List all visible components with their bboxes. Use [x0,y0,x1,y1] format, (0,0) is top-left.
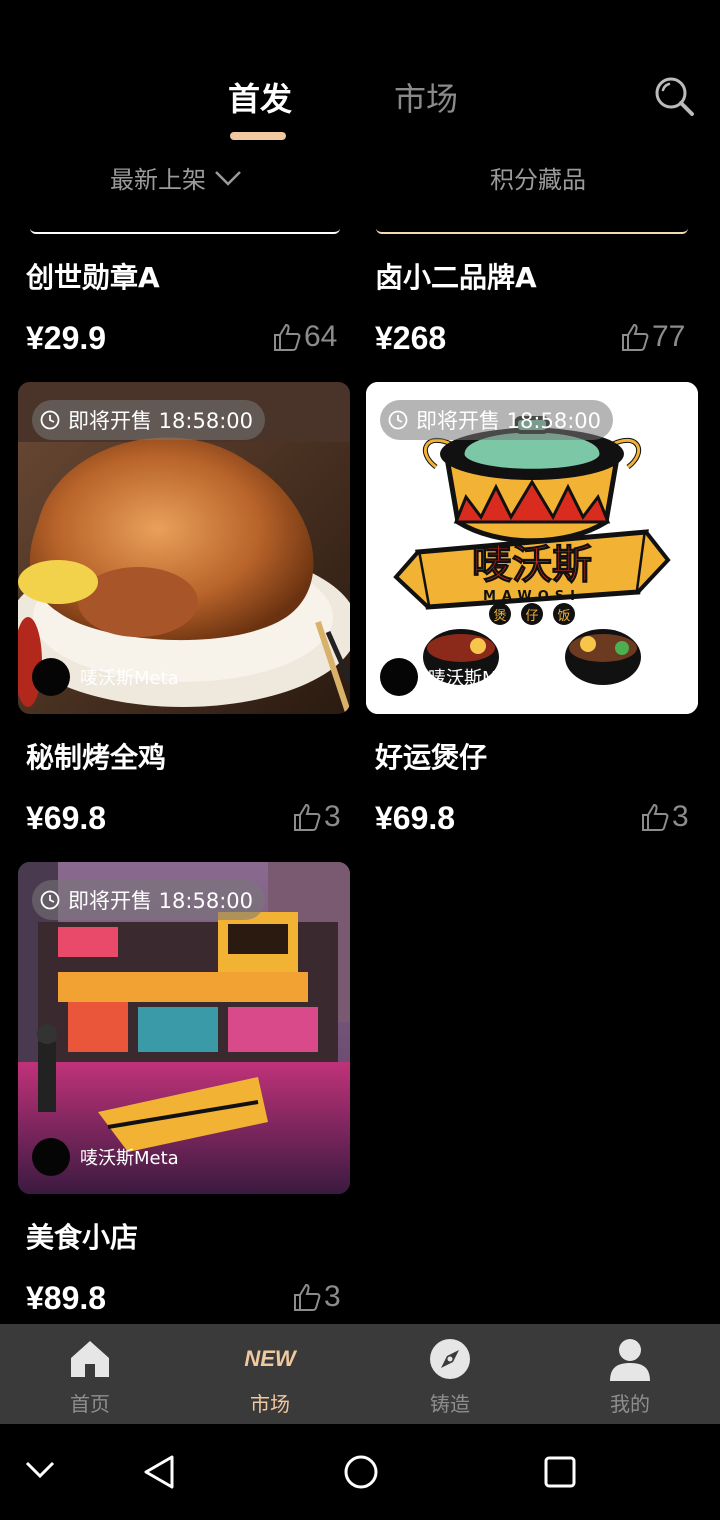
like-count: 64 [304,320,338,353]
active-tab-indicator [230,132,286,140]
card-title[interactable]: 创世勋章A [26,256,160,296]
logo-char: 煲 [493,608,506,624]
nav-label: 首页 [70,1392,110,1416]
chevron-down-icon [215,170,241,186]
sale-countdown-badge: 即将开售 18:58:00 [380,400,613,440]
nav-label: 我的 [610,1392,650,1416]
badge-text: 即将开售 18:58:00 [68,889,253,913]
card-image-food-shop[interactable]: 即将开售 18:58:00 唛沃斯Meta [18,862,350,1194]
nav-item-profile[interactable]: 我的 [540,1324,720,1424]
card-title[interactable]: 卤小二品牌A [375,256,537,296]
card-price: ¥69.8 [375,800,456,836]
logo-char: 饭 [557,609,570,624]
sort-dropdown[interactable]: 最新上架 [110,160,242,195]
logo-char: 仔 [525,609,538,624]
top-tab-bar: 首发 市场 [0,0,720,150]
sale-countdown-badge: 即将开售 18:58:00 [32,880,265,920]
creator-name: 唛沃斯Meta [80,668,179,689]
sort-label: 最新上架 [110,166,206,194]
card-title[interactable]: 秘制烤全鸡 [26,736,166,776]
card-price: ¥89.8 [26,1280,107,1316]
card-image-claypot[interactable]: 唛沃斯 MAWOSI 煲 仔 饭 即将开售 18:58:00 唛沃斯Meta [366,382,698,714]
badge-text: 即将开售 18:58:00 [416,409,601,433]
points-collection-filter[interactable]: 积分藏品 [490,160,586,195]
new-icon-text: NEW [244,1346,296,1371]
creator-name: 唛沃斯Meta [80,1148,179,1169]
thumbs-up-icon [274,323,301,351]
home-icon [67,1338,113,1380]
logo-subtext: MAWOSI [483,589,581,604]
sale-countdown-badge: 即将开售 18:58:00 [32,400,265,440]
system-navigation-bar [0,1424,720,1520]
nav-label: 铸造 [430,1392,470,1416]
card-image-roast-chicken[interactable]: 即将开售 18:58:00 唛沃斯Meta [18,382,350,714]
thumbs-up-icon [294,1283,321,1311]
thumbs-up-icon [642,803,669,831]
creator-avatar [32,1138,70,1176]
tab-market[interactable]: 市场 [394,74,458,120]
like-button[interactable]: 64 [272,320,337,354]
bottom-navigation: 首页 NEW 市场 铸造 我的 [0,1324,720,1424]
card-title[interactable]: 美食小店 [26,1216,138,1256]
collapse-chevron-icon[interactable] [24,1460,56,1484]
clock-icon [40,410,60,430]
card-price: ¥69.8 [26,800,107,836]
card-image-edge [30,228,340,234]
search-icon[interactable] [654,76,696,118]
thumbs-up-icon [622,323,649,351]
clock-icon [388,410,408,430]
clock-icon [40,890,60,910]
creator-info[interactable]: 唛沃斯Meta [32,658,179,696]
like-count: 77 [652,320,686,353]
like-button[interactable]: 77 [620,320,685,354]
like-button[interactable]: 3 [640,800,689,834]
user-icon [608,1338,652,1381]
like-count: 3 [324,800,341,833]
tab-first-release[interactable]: 首发 [228,74,292,120]
creator-name: 唛沃斯Meta [428,668,527,689]
back-triangle-icon[interactable] [142,1454,176,1494]
like-count: 3 [324,1280,341,1313]
nav-item-home[interactable]: 首页 [0,1324,180,1424]
creator-avatar [32,658,70,696]
nav-item-market[interactable]: NEW 市场 [180,1324,360,1424]
new-icon: NEW [244,1338,295,1380]
card-image-edge [376,228,688,234]
recents-square-icon[interactable] [543,1455,577,1493]
card-price: ¥29.9 [26,320,107,356]
like-count: 3 [672,800,689,833]
logo-text: 唛沃斯 [472,542,592,588]
creator-avatar [380,658,418,696]
nav-item-mint[interactable]: 铸造 [360,1324,540,1424]
home-circle-icon[interactable] [343,1454,379,1494]
card-title[interactable]: 好运煲仔 [375,736,487,776]
creator-info[interactable]: 唛沃斯Meta [32,1138,179,1176]
card-price: ¥268 [375,320,447,356]
nav-label: 市场 [250,1392,290,1416]
badge-text: 即将开售 18:58:00 [68,409,253,433]
compass-icon [429,1338,471,1380]
creator-info[interactable]: 唛沃斯Meta [380,658,527,696]
like-button[interactable]: 3 [292,800,341,834]
like-button[interactable]: 3 [292,1280,341,1314]
thumbs-up-icon [294,803,321,831]
